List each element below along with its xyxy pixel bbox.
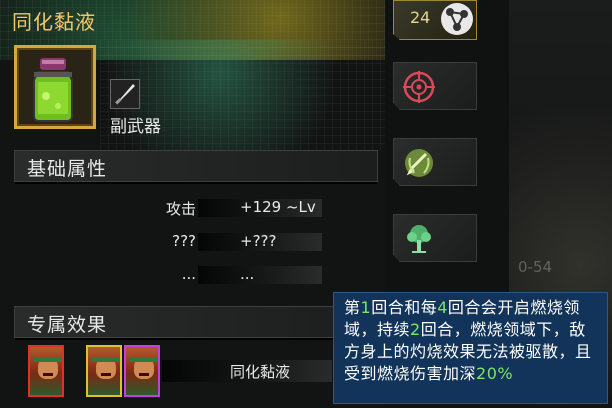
tooltip-highlight: 4: [437, 298, 448, 317]
attribute-value: ...: [240, 265, 255, 283]
tree-icon: [407, 225, 431, 253]
attribute-name: ???: [172, 232, 196, 250]
hero-portrait[interactable]: [124, 345, 160, 397]
effect-tooltip: 第1回合和每4回合会开启燃烧领域，持续2回合，燃烧领域下，敌方身上的灼烧效果无法…: [333, 292, 608, 404]
target-icon: [403, 71, 435, 103]
attribute-bar: [198, 266, 322, 284]
tooltip-text: 第: [344, 298, 361, 317]
item-title: 同化黏液: [12, 10, 96, 34]
tooltip-highlight: 20%: [476, 364, 514, 383]
exclusive-effect-name: 同化黏液: [230, 363, 291, 381]
background-counter: 0-54: [518, 258, 553, 276]
attribute-value: +129 ~Lv: [240, 198, 316, 216]
tooltip-highlight: 1: [360, 298, 372, 317]
attribute-value: +???: [240, 232, 277, 250]
tooltip-highlight: 2: [410, 320, 421, 339]
dagger-icon: [110, 79, 140, 109]
attribute-row: 攻击: [100, 198, 196, 218]
exclusive-effect-header: 专属效果: [14, 306, 378, 340]
tab-link-count: 24: [410, 8, 431, 27]
attribute-name: ...: [181, 265, 196, 283]
share-nodes-icon: [441, 3, 473, 35]
hero-portrait[interactable]: [28, 345, 64, 397]
base-attributes-title: 基础属性: [27, 158, 108, 180]
hero-portrait[interactable]: [86, 345, 122, 397]
exclusive-effect-title: 专属效果: [27, 314, 108, 336]
weapon-type-label: 副武器: [110, 117, 161, 137]
tooltip-text: 回合和每: [371, 298, 438, 317]
attribute-row: ...: [100, 265, 196, 285]
sword-wreath-icon: [405, 149, 433, 177]
attribute-row: ???: [100, 232, 196, 252]
base-attributes-header: 基础属性: [14, 150, 378, 184]
slime-vial-icon: [33, 58, 73, 122]
attribute-name: 攻击: [165, 200, 196, 218]
